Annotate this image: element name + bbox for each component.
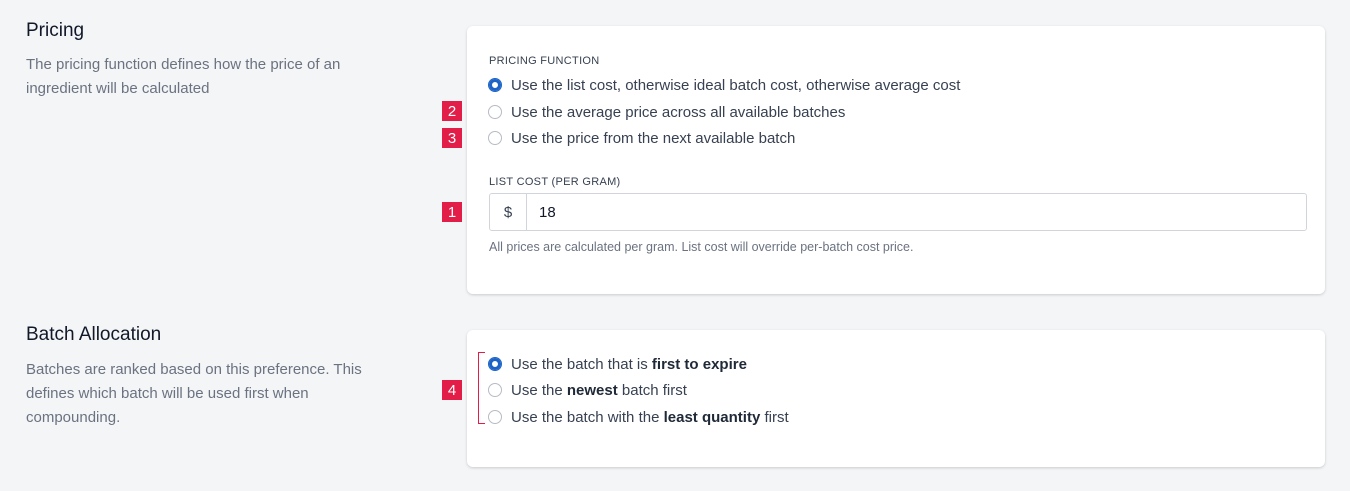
pricing-option-next-batch[interactable]: Use the price from the next available ba… [488, 128, 795, 148]
label-text: batch first [617, 381, 687, 399]
label-bold: newest [566, 381, 618, 399]
radio-checked-icon[interactable] [488, 357, 502, 371]
label-bold: first to expire [651, 355, 747, 373]
annotation-marker-1: 1 [442, 202, 462, 222]
pricing-option-average-price[interactable]: Use the average price across all availab… [488, 102, 845, 122]
radio-unchecked-icon[interactable] [488, 105, 502, 119]
batch-allocation-description: Batches are ranked based on this prefere… [26, 361, 362, 426]
pricing-function-caption: PRICING FUNCTION [489, 55, 600, 67]
radio-label: Use the price from the next available ba… [511, 129, 796, 147]
label-text: Use the batch that is [511, 355, 652, 373]
pricing-title: Pricing [26, 20, 85, 41]
label-text: Use the batch with the [511, 408, 664, 426]
list-cost-input[interactable]: $ 18 [489, 193, 1307, 231]
radio-unchecked-icon[interactable] [488, 410, 502, 424]
pricing-option-list-cost[interactable]: Use the list cost, otherwise ideal batch… [488, 75, 960, 95]
annotation-bracket [478, 352, 485, 424]
batch-option-least-quantity[interactable]: Use the batch with the least quantity fi… [488, 407, 789, 427]
batch-allocation-card: Use the batch that is first to expire Us… [467, 330, 1325, 467]
pricing-description: The pricing function defines how the pri… [26, 56, 341, 97]
batch-allocation-title: Batch Allocation [26, 324, 162, 345]
radio-label: Use the newest batch first [511, 382, 687, 399]
annotation-marker-2: 2 [442, 101, 462, 121]
pricing-card: PRICING FUNCTION Use the list cost, othe… [467, 26, 1325, 294]
radio-label: Use the batch that is first to expire [511, 356, 747, 373]
annotation-marker-3: 3 [442, 128, 462, 148]
label-text: first [760, 408, 789, 426]
radio-label: Use the list cost, otherwise ideal batch… [511, 76, 961, 94]
label-bold: least quantity [663, 408, 761, 426]
list-cost-help-text: All prices are calculated per gram. List… [489, 240, 914, 254]
radio-label: Use the average price across all availab… [511, 103, 846, 121]
currency-addon: $ [490, 194, 527, 230]
radio-checked-icon[interactable] [488, 78, 502, 92]
radio-unchecked-icon[interactable] [488, 383, 502, 397]
radio-label: Use the batch with the least quantity fi… [511, 409, 789, 426]
list-cost-value[interactable]: 18 [527, 194, 1306, 230]
batch-option-newest[interactable]: Use the newest batch first [488, 380, 687, 400]
label-text: Use the [511, 381, 567, 399]
batch-option-first-to-expire[interactable]: Use the batch that is first to expire [488, 354, 747, 374]
annotation-marker-4: 4 [442, 380, 462, 400]
radio-unchecked-icon[interactable] [488, 131, 502, 145]
list-cost-caption: LIST COST (PER GRAM) [489, 176, 621, 188]
